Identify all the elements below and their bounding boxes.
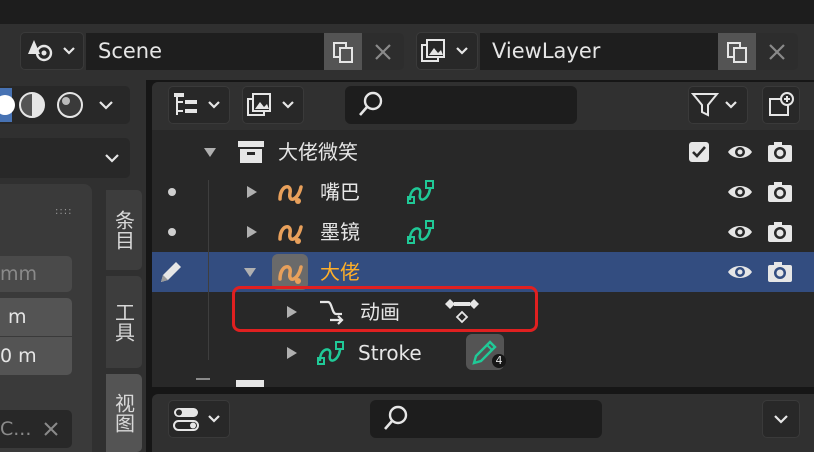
chevron-down-icon [774, 415, 788, 424]
tab-tool[interactable]: 工具 [106, 276, 142, 368]
grease-pencil-object-icon [278, 225, 303, 244]
viewlayer-copy-button[interactable] [718, 33, 756, 70]
new-collection-button[interactable] [762, 86, 800, 124]
mode-dot-icon[interactable] [168, 228, 176, 236]
shading-mode-group[interactable] [0, 86, 130, 124]
collection-icon [238, 141, 264, 163]
filter-icon [690, 93, 737, 117]
duplicate-icon [333, 41, 353, 63]
viewlayer-remove-button[interactable] [756, 33, 798, 70]
close-icon [769, 43, 785, 60]
bottom-field[interactable]: C... [0, 410, 72, 448]
filter-button[interactable] [688, 86, 748, 124]
count-badge: 4 [492, 354, 506, 368]
bottom-field-text: C... [0, 418, 32, 440]
outliner-search-input[interactable] [345, 86, 577, 124]
duplicate-icon [727, 41, 747, 63]
partial-row-indicator [196, 378, 210, 388]
properties-search-input[interactable] [370, 400, 602, 438]
annotation-highlight-box [232, 286, 538, 332]
partial-collection-icon [236, 380, 264, 387]
viewlayer-browse-button[interactable] [416, 32, 478, 70]
eye-icon[interactable] [726, 262, 754, 282]
unit-field-mm[interactable]: mm [0, 256, 72, 292]
object-label: 嘴巴 [320, 180, 360, 204]
grease-pencil-object-icon [278, 265, 303, 284]
display-mode-button[interactable] [168, 86, 230, 124]
camera-icon[interactable] [766, 140, 794, 164]
render-layers-icon [421, 39, 468, 62]
camera-icon[interactable] [766, 260, 794, 284]
outliner-row-collection[interactable]: 大佬微笑 [152, 132, 814, 172]
shading-icons [0, 88, 113, 122]
scene-copy-button[interactable] [324, 33, 362, 70]
drag-handle-icon[interactable]: :::: [55, 206, 79, 217]
left-dropdown[interactable] [0, 138, 130, 178]
tab-item[interactable]: 条目 [106, 190, 142, 270]
unit-field-m[interactable]: m [0, 298, 72, 336]
unit-field-0m[interactable]: 0 m [0, 337, 72, 375]
search-icon [384, 405, 408, 430]
disclosure-closed-icon[interactable] [244, 224, 260, 240]
editor-type-button[interactable] [168, 400, 230, 438]
checkbox-checked-icon[interactable] [688, 141, 710, 163]
grease-pencil-object-icon [278, 185, 303, 204]
close-icon[interactable] [42, 420, 60, 438]
scene-remove-button[interactable] [362, 33, 404, 70]
object-label: 墨镜 [320, 220, 360, 244]
mode-dot-icon[interactable] [168, 188, 176, 196]
scene-name-field[interactable]: Scene [86, 33, 324, 70]
disclosure-open-icon[interactable] [200, 142, 220, 162]
viewlayer-name-field[interactable]: ViewLayer [480, 33, 718, 70]
properties-toggle-icon [173, 408, 220, 431]
grease-pencil-data-icon [407, 220, 434, 244]
grease-pencil-data-icon [317, 341, 344, 365]
new-collection-icon [769, 92, 794, 116]
scene-browse-button[interactable] [20, 32, 84, 70]
scene-icon [28, 40, 75, 62]
render-layers-icon [247, 93, 294, 116]
outliner-row-object[interactable]: 嘴巴 [152, 172, 814, 212]
disclosure-open-icon[interactable] [240, 262, 260, 282]
outliner-display-icon [174, 93, 220, 115]
eye-icon[interactable] [726, 142, 754, 162]
options-dropdown-button[interactable] [762, 400, 800, 438]
outliner-row-data[interactable]: Stroke 4 [152, 333, 814, 373]
chevron-down-icon [105, 154, 119, 163]
eye-icon[interactable] [726, 222, 754, 242]
close-icon [375, 43, 391, 60]
top-strip [0, 0, 814, 24]
filter-view-button[interactable] [242, 86, 304, 124]
data-label: Stroke [358, 341, 422, 365]
disclosure-closed-icon[interactable] [284, 345, 300, 361]
material-slot-badge[interactable]: 4 [466, 334, 506, 370]
camera-icon[interactable] [766, 220, 794, 244]
search-icon [359, 91, 383, 116]
disclosure-closed-icon[interactable] [244, 184, 260, 200]
pencil-edit-icon[interactable] [156, 257, 186, 287]
tab-view[interactable]: 视图 [106, 374, 142, 452]
grease-pencil-data-icon [407, 180, 434, 204]
camera-icon[interactable] [766, 180, 794, 204]
outliner-row-object[interactable]: 墨镜 [152, 212, 814, 252]
collection-label: 大佬微笑 [278, 140, 358, 164]
eye-icon[interactable] [726, 182, 754, 202]
